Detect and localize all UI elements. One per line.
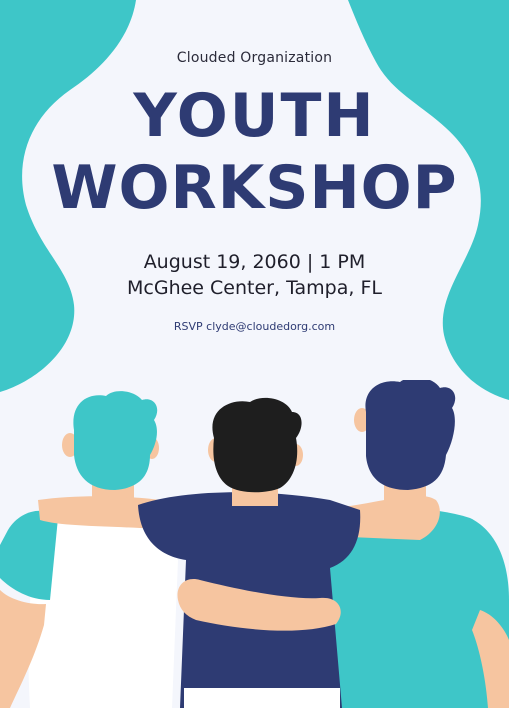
left-person: [0, 391, 178, 708]
middle-person-pants: [184, 688, 340, 708]
title-line-2: WORKSHOP: [51, 153, 458, 223]
event-date-time: August 19, 2060 | 1 PM: [143, 251, 366, 273]
left-person-hair: [73, 391, 158, 490]
rsvp-contact: RSVP clyde@cloudedorg.com: [173, 320, 336, 333]
title-line-1: YOUTH: [133, 81, 376, 151]
middle-person-hair: [212, 397, 302, 493]
poster: Clouded Organization YOUTH WORKSHOP Augu…: [0, 0, 509, 708]
left-person-sleeve: [0, 510, 58, 600]
event-venue: McGhee Center, Tampa, FL: [127, 277, 382, 299]
organization-name: Clouded Organization: [176, 50, 333, 66]
three-friends-hugging-illustration: [0, 380, 509, 708]
right-person-hair: [365, 380, 456, 490]
